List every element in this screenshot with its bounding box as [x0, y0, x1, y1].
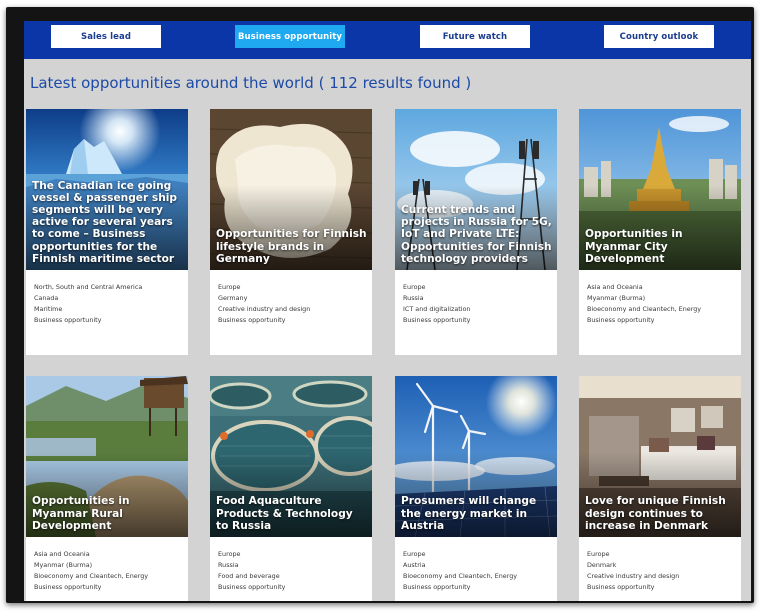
card-image-cell-tower: Current trends and projects in Russia fo…	[395, 109, 557, 270]
tag-region: Europe	[403, 283, 426, 291]
tag-country: Myanmar (Burma)	[587, 294, 646, 302]
opportunity-card[interactable]: Opportunities for Finnish lifestyle bran…	[210, 109, 372, 355]
tag-industry: Bioeconomy and Cleantech, Energy	[587, 305, 702, 313]
card-title: Current trends and projects in Russia fo…	[401, 203, 552, 265]
tag-type: Business opportunity	[403, 316, 471, 324]
tag-region: Europe	[403, 550, 426, 558]
tag-region: Asia and Oceania	[34, 550, 90, 558]
opportunity-card[interactable]: Love for unique Finnish design continues…	[579, 376, 741, 601]
card-title: Opportunities in Myanmar Rural Developme…	[32, 495, 130, 532]
page: Sales lead Business opportunity Future w…	[24, 21, 751, 601]
tag-type: Business opportunity	[218, 316, 286, 324]
opportunity-card[interactable]: Current trends and projects in Russia fo…	[395, 109, 557, 355]
tag-type: Business opportunity	[403, 583, 471, 591]
tag-country: Canada	[34, 294, 59, 302]
card-title: Opportunities for Finnish lifestyle bran…	[216, 228, 367, 265]
card-tags: Europe Russia ICT and digitalization Bus…	[395, 270, 557, 326]
card-tags: Asia and Oceania Myanmar (Burma) Bioecon…	[579, 270, 741, 326]
screenshot-frame: Sales lead Business opportunity Future w…	[6, 7, 754, 603]
card-title: Love for unique Finnish design continues…	[585, 495, 726, 532]
opportunity-card[interactable]: Opportunities in Myanmar City Developmen…	[579, 109, 741, 355]
results-heading: Latest opportunities around the world ( …	[30, 74, 472, 92]
tag-industry: Food and beverage	[218, 572, 280, 580]
tag-industry: Bioeconomy and Cleantech, Energy	[403, 572, 518, 580]
category-nav: Sales lead Business opportunity Future w…	[24, 21, 751, 59]
card-image-sheepskin: Opportunities for Finnish lifestyle bran…	[210, 109, 372, 270]
tag-type: Business opportunity	[587, 316, 655, 324]
tag-region: North, South and Central America	[34, 283, 143, 291]
card-image-fish-farm: Food Aquaculture Products & Technology t…	[210, 376, 372, 537]
card-tags: North, South and Central America Canada …	[26, 270, 188, 326]
card-image-living-room: Love for unique Finnish design continues…	[579, 376, 741, 537]
tag-type: Business opportunity	[34, 316, 102, 324]
opportunity-card[interactable]: Food Aquaculture Products & Technology t…	[210, 376, 372, 601]
tag-country: Austria	[403, 561, 426, 569]
tag-region: Europe	[218, 550, 241, 558]
card-title: Opportunities in Myanmar City Developmen…	[585, 228, 683, 265]
card-tags: Europe Denmark Creative industry and des…	[579, 537, 741, 593]
tag-country: Myanmar (Burma)	[34, 561, 93, 569]
card-tags: Asia and Oceania Myanmar (Burma) Bioecon…	[26, 537, 188, 593]
card-image-myanmar-pagoda: Opportunities in Myanmar City Developmen…	[579, 109, 741, 270]
card-tags: Europe Russia Food and beverage Business…	[210, 537, 372, 593]
tag-industry: Bioeconomy and Cleantech, Energy	[34, 572, 149, 580]
tag-region: Europe	[218, 283, 241, 291]
opportunity-card[interactable]: Prosumers will change the energy market …	[395, 376, 557, 601]
tag-region: Asia and Oceania	[587, 283, 643, 291]
tag-type: Business opportunity	[587, 583, 655, 591]
tab-business-opportunity[interactable]: Business opportunity	[235, 25, 345, 48]
tag-country: Russia	[218, 561, 239, 569]
card-tags: Europe Austria Bioeconomy and Cleantech,…	[395, 537, 557, 593]
tag-country: Denmark	[587, 561, 617, 569]
tag-country: Germany	[218, 294, 248, 302]
opportunity-card[interactable]: Opportunities in Myanmar Rural Developme…	[26, 376, 188, 601]
opportunity-card[interactable]: The Canadian ice going vessel & passenge…	[26, 109, 188, 355]
tag-industry: Creative industry and design	[587, 572, 680, 580]
tag-type: Business opportunity	[218, 583, 286, 591]
tab-future-watch[interactable]: Future watch	[420, 25, 530, 48]
card-title: The Canadian ice going vessel & passenge…	[32, 179, 177, 265]
card-image-rural-village: Opportunities in Myanmar Rural Developme…	[26, 376, 188, 537]
card-tags: Europe Germany Creative industry and des…	[210, 270, 372, 326]
card-image-arctic-ice: The Canadian ice going vessel & passenge…	[26, 109, 188, 270]
tag-country: Russia	[403, 294, 424, 302]
tab-country-outlook[interactable]: Country outlook	[604, 25, 714, 48]
tag-region: Europe	[587, 550, 610, 558]
card-title: Prosumers will change the energy market …	[401, 495, 537, 532]
tab-sales-lead[interactable]: Sales lead	[51, 25, 161, 48]
tag-industry: Maritime	[34, 305, 63, 313]
card-image-wind-solar: Prosumers will change the energy market …	[395, 376, 557, 537]
card-title: Food Aquaculture Products & Technology t…	[216, 495, 353, 532]
tag-type: Business opportunity	[34, 583, 102, 591]
tag-industry: ICT and digitalization	[403, 305, 471, 313]
tag-industry: Creative industry and design	[218, 305, 311, 313]
